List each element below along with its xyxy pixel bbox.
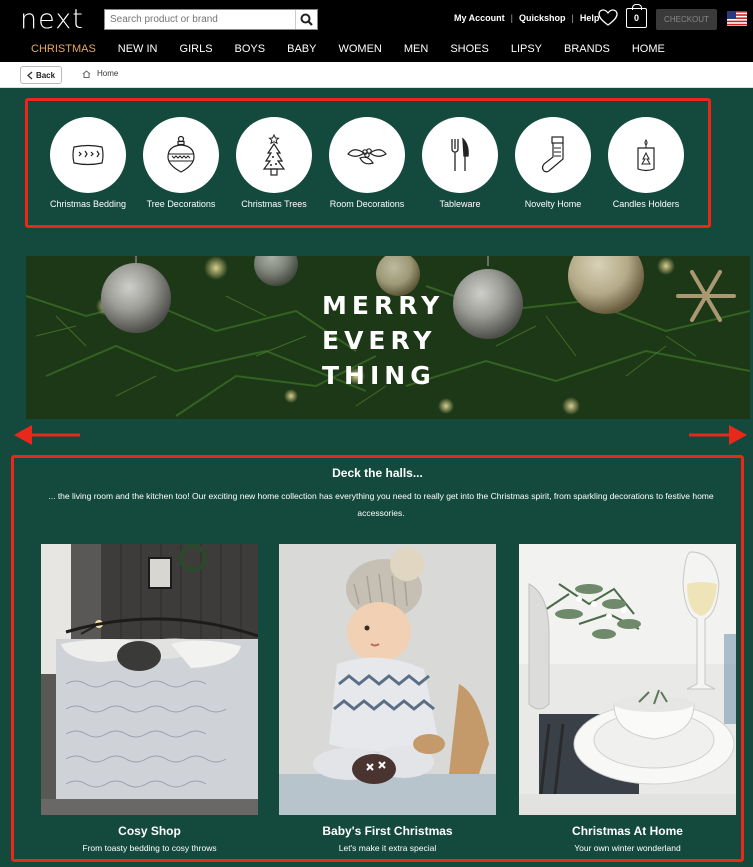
quickshop-link[interactable]: Quickshop <box>513 13 572 23</box>
arrow-left-icon <box>14 425 80 445</box>
category-label: Room Decorations <box>329 199 405 209</box>
category-circle <box>143 117 219 193</box>
tree-icon <box>262 133 286 176</box>
category-label: Christmas Bedding <box>49 199 127 209</box>
checkout-button[interactable]: CHECKOUT <box>656 9 717 30</box>
deck-the-halls-section: Deck the halls... ... the living room an… <box>11 455 744 862</box>
home-icon <box>82 69 91 78</box>
candle-icon <box>637 139 655 172</box>
breadcrumb: Back Home <box>0 62 753 88</box>
nav-men[interactable]: MEN <box>393 43 439 55</box>
category-circle <box>608 117 684 193</box>
banner-line: THING <box>322 361 436 390</box>
card-subtitle: Let's make it extra special <box>338 843 437 853</box>
cosy-shop-image <box>41 544 258 815</box>
favourites-heart-icon[interactable] <box>598 9 618 27</box>
account-links: My Account | Quickshop | Help <box>448 13 605 23</box>
my-account-link[interactable]: My Account <box>448 13 511 23</box>
nav-new-in[interactable]: NEW IN <box>107 43 169 55</box>
category-christmas-trees[interactable]: Christmas Trees <box>229 117 319 209</box>
search-box <box>104 9 318 30</box>
bag-count: 0 <box>633 13 639 23</box>
card-babys-first-christmas[interactable]: Baby's First Christmas Let's make it ext… <box>279 544 496 853</box>
shopping-bag-button[interactable]: 0 <box>626 4 647 28</box>
category-highlight-box: Christmas Bedding Tree Decorations Chris… <box>25 98 711 228</box>
section-description: ... the living room and the kitchen too!… <box>48 491 714 518</box>
category-circle <box>422 117 498 193</box>
nav-girls[interactable]: GIRLS <box>169 43 224 55</box>
banner-headline: MERRY EVERY THING <box>322 288 462 393</box>
top-bar: next My Account | Quickshop | Help 0 CHE… <box>0 0 753 62</box>
category-candles-holders[interactable]: Candles Holders <box>601 117 691 209</box>
card-cosy-shop[interactable]: Cosy Shop From toasty bedding to cosy th… <box>41 544 258 853</box>
category-tree-decorations[interactable]: Tree Decorations <box>136 117 226 209</box>
babys-first-christmas-image <box>279 544 496 815</box>
card-christmas-at-home[interactable]: Christmas At Home Your own winter wonder… <box>519 544 736 853</box>
category-circle <box>236 117 312 193</box>
main-nav: CHRISTMAS NEW IN GIRLS BOYS BABY WOMEN M… <box>0 38 753 60</box>
category-label: Christmas Trees <box>241 199 307 209</box>
category-room-decorations[interactable]: Room Decorations <box>322 117 412 209</box>
us-flag-icon[interactable] <box>727 11 747 26</box>
christmas-at-home-image <box>519 544 736 815</box>
pillow-icon <box>72 144 104 166</box>
main-content: Christmas Bedding Tree Decorations Chris… <box>0 88 753 867</box>
nav-home[interactable]: HOME <box>621 43 676 55</box>
category-circle <box>329 117 405 193</box>
search-input[interactable] <box>105 10 295 29</box>
breadcrumb-home-label: Home <box>97 69 119 78</box>
category-christmas-bedding[interactable]: Christmas Bedding <box>43 117 133 209</box>
nav-lipsy[interactable]: LIPSY <box>500 43 553 55</box>
banner-line: EVERY <box>322 326 437 355</box>
card-subtitle: Your own winter wonderland <box>574 843 681 853</box>
card-title: Baby's First Christmas <box>322 824 453 838</box>
card-subtitle: From toasty bedding to cosy throws <box>82 843 217 853</box>
nav-boys[interactable]: BOYS <box>224 43 277 55</box>
card-title: Cosy Shop <box>118 824 181 838</box>
section-title: Deck the halls... <box>332 466 423 480</box>
chevron-left-icon <box>26 71 33 79</box>
back-button[interactable]: Back <box>20 66 62 84</box>
nav-baby[interactable]: BABY <box>276 43 327 55</box>
category-label: Tableware <box>439 199 481 209</box>
category-circle <box>50 117 126 193</box>
banner-line: MERRY <box>322 291 445 320</box>
category-label: Candles Holders <box>612 199 680 209</box>
search-icon <box>300 13 313 26</box>
category-label: Tree Decorations <box>146 199 216 209</box>
category-circle <box>515 117 591 193</box>
bauble-icon <box>167 135 195 173</box>
nav-christmas[interactable]: CHRISTMAS <box>0 43 107 55</box>
category-novelty-home[interactable]: Novelty Home <box>508 117 598 209</box>
card-title: Christmas At Home <box>572 824 683 838</box>
holly-icon <box>347 148 387 165</box>
breadcrumb-home[interactable]: Home <box>82 69 118 78</box>
merry-everything-banner[interactable]: MERRY EVERY THING <box>26 256 750 419</box>
nav-shoes[interactable]: SHOES <box>439 43 500 55</box>
cutlery-icon <box>451 137 469 171</box>
next-logo[interactable]: next <box>20 4 84 35</box>
category-label: Novelty Home <box>524 199 582 209</box>
nav-women[interactable]: WOMEN <box>327 43 392 55</box>
category-tableware[interactable]: Tableware <box>415 117 505 209</box>
back-label: Back <box>35 70 56 80</box>
arrow-right-icon <box>689 425 747 445</box>
search-button[interactable] <box>295 10 317 29</box>
stocking-icon <box>541 136 564 173</box>
nav-brands[interactable]: BRANDS <box>553 43 621 55</box>
